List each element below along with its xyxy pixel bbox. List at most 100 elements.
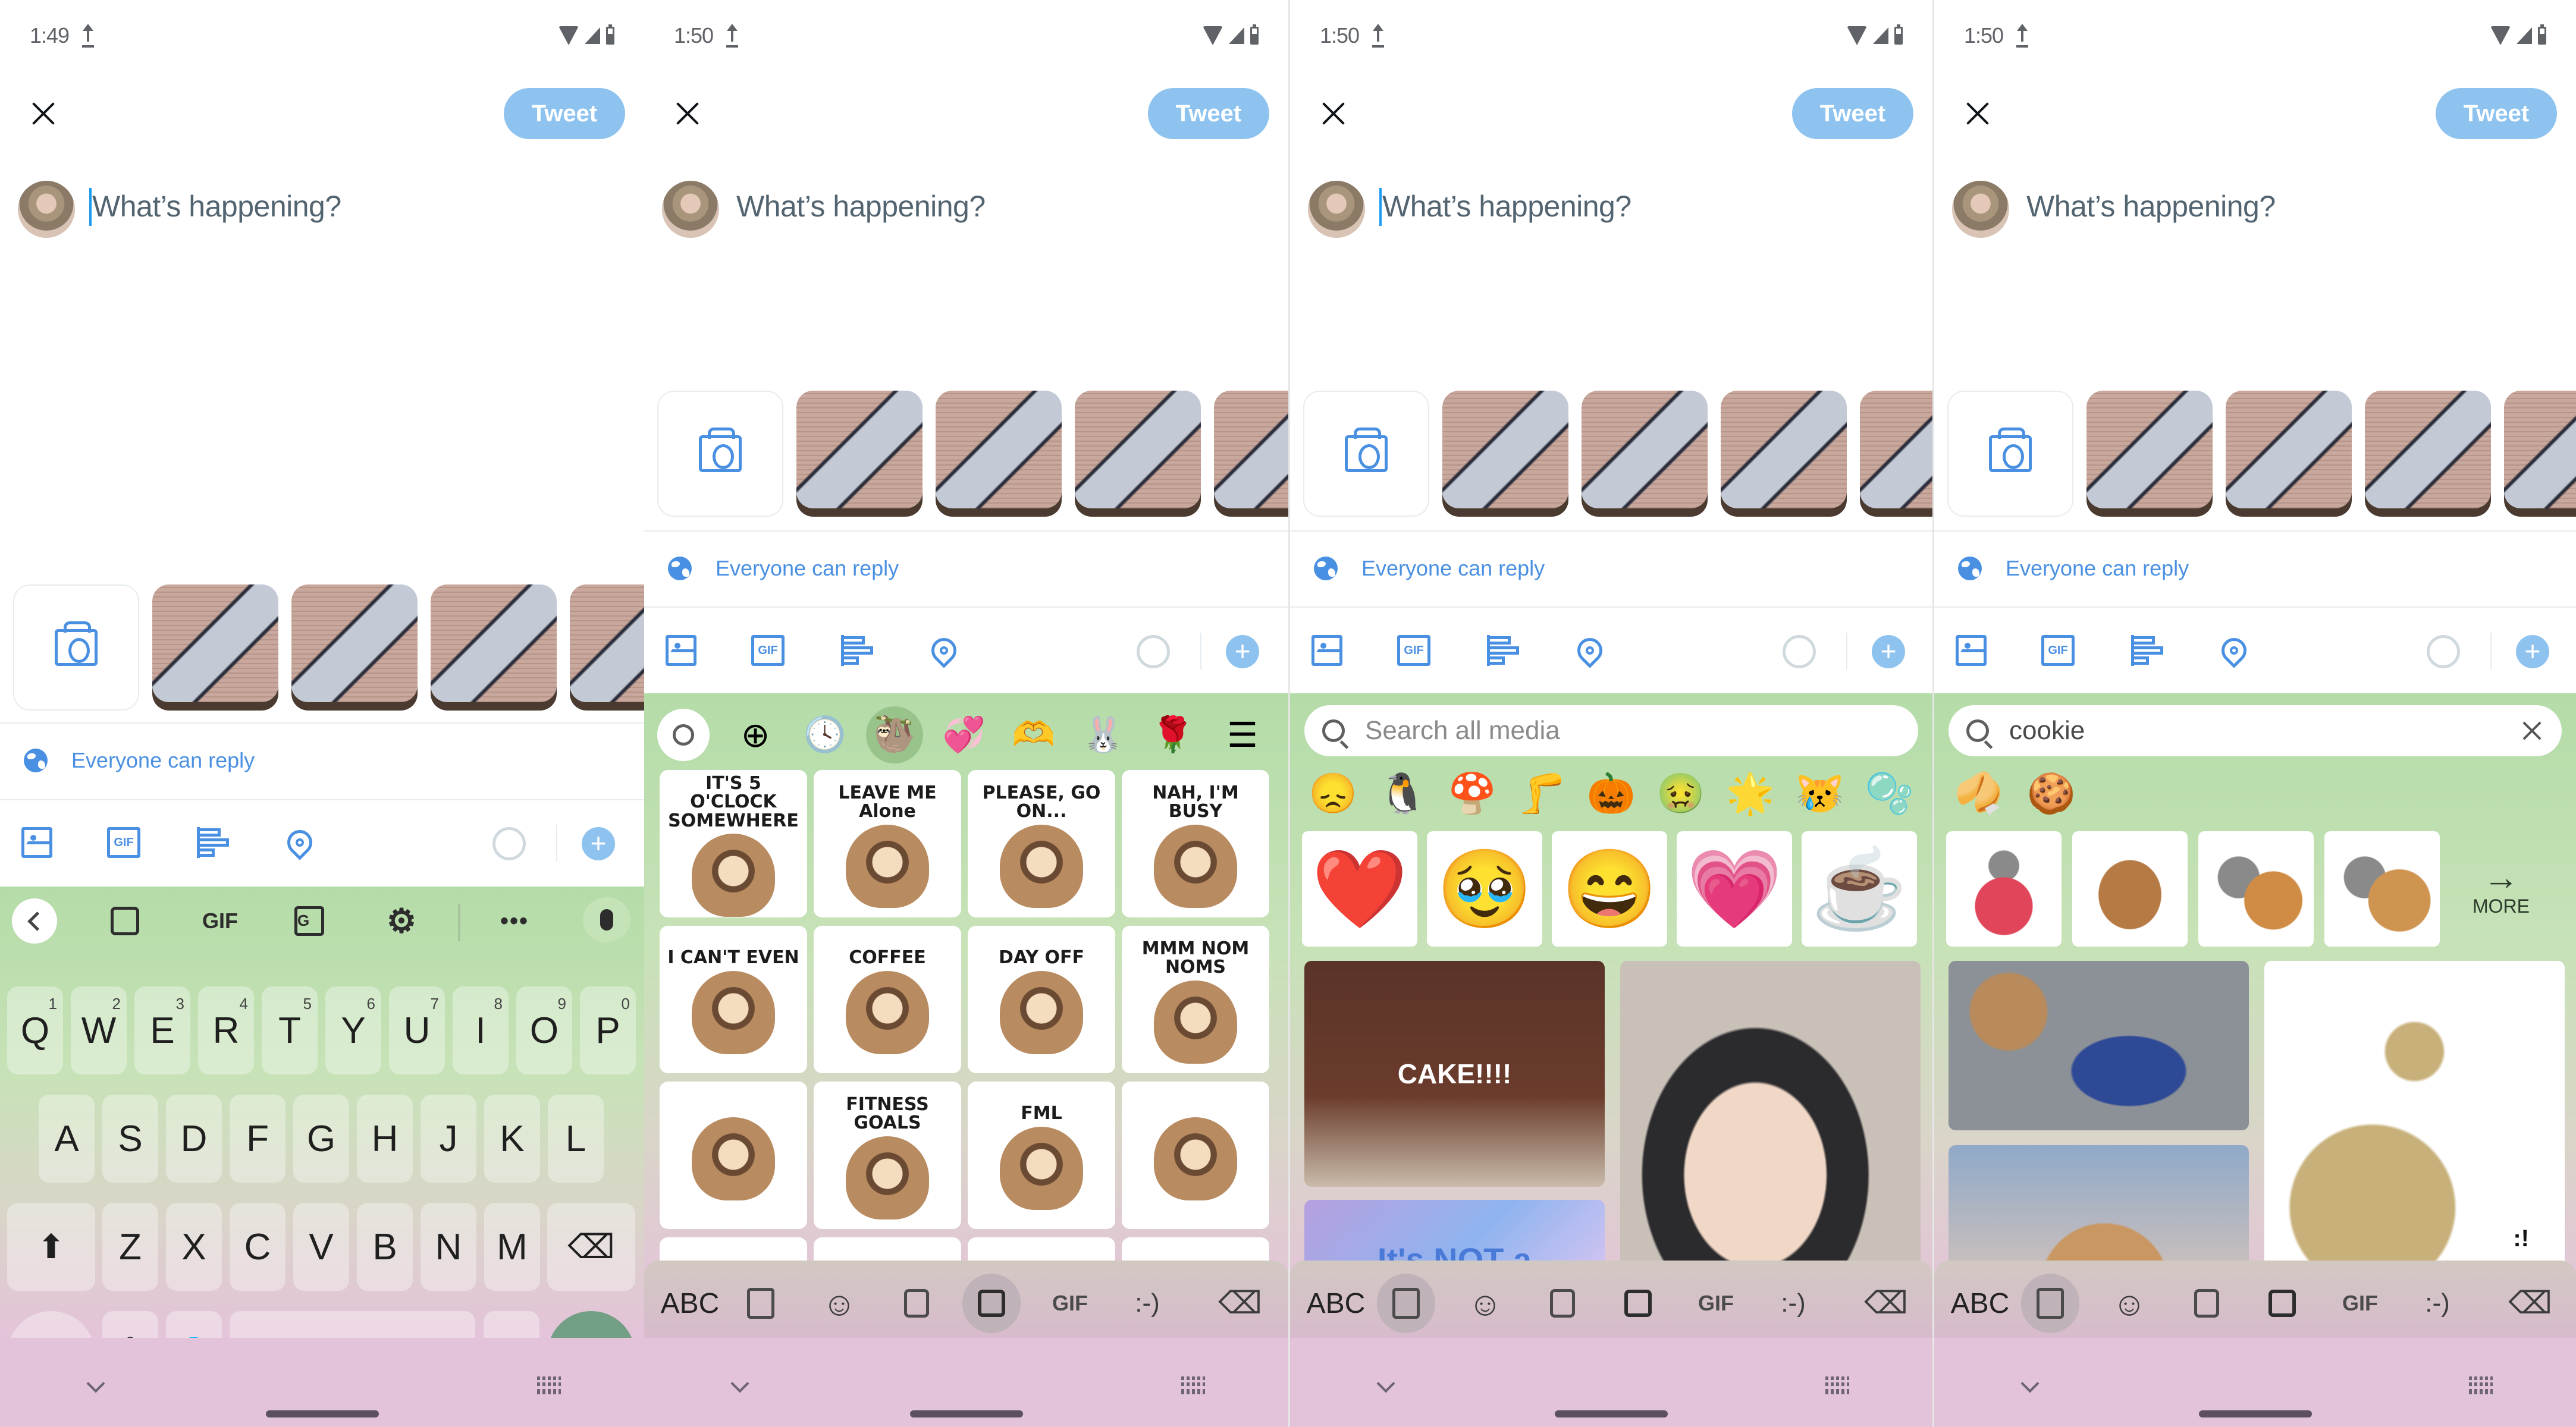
sticker-item[interactable]: FITNESS GOALS bbox=[814, 1082, 961, 1229]
sticker-item[interactable]: PLEASE, GO ON... bbox=[968, 770, 1115, 917]
image-button[interactable] bbox=[664, 634, 698, 667]
sticker-item[interactable]: MMM NOM NOMS bbox=[1122, 926, 1269, 1073]
shift-key[interactable]: ⬆ bbox=[7, 1203, 95, 1291]
key-b[interactable]: B bbox=[357, 1203, 413, 1291]
emoji-suggestion[interactable]: 😿 bbox=[1789, 771, 1851, 830]
add-sticker-pack[interactable]: ⊕ bbox=[727, 706, 784, 763]
emoji-kitchen-tab[interactable] bbox=[887, 1274, 946, 1333]
camera-button[interactable] bbox=[1947, 391, 2073, 517]
backspace-button[interactable]: ⌫ bbox=[1210, 1274, 1270, 1333]
keyboard-switch-icon[interactable] bbox=[1825, 1376, 1849, 1394]
gif-button[interactable]: GIF bbox=[751, 634, 785, 667]
emoji-kitchen-sticker[interactable]: ❤️ bbox=[1302, 831, 1417, 947]
key-s[interactable]: S bbox=[102, 1095, 158, 1183]
gallery-photo[interactable] bbox=[1721, 391, 1847, 517]
tweet-button[interactable]: Tweet bbox=[1792, 88, 1913, 139]
bitmoji-sticker[interactable] bbox=[2198, 831, 2314, 947]
search-media-tab[interactable] bbox=[2021, 1274, 2079, 1333]
add-thread-button[interactable]: + bbox=[2516, 635, 2549, 668]
key-e[interactable]: E3 bbox=[134, 986, 190, 1074]
key-g[interactable]: G bbox=[293, 1095, 349, 1183]
emoji-kitchen-tab[interactable] bbox=[1533, 1274, 1592, 1333]
key-k[interactable]: K bbox=[484, 1095, 540, 1183]
key-c[interactable]: C bbox=[230, 1203, 285, 1291]
avatar[interactable] bbox=[1308, 181, 1365, 238]
gallery-photo[interactable] bbox=[570, 584, 644, 711]
search-category[interactable] bbox=[657, 709, 710, 761]
gif-button[interactable]: GIF bbox=[1397, 634, 1430, 667]
gallery-photo[interactable] bbox=[2086, 391, 2213, 517]
media-search-field[interactable]: cookie bbox=[1949, 705, 2562, 756]
key-q[interactable]: Q1 bbox=[7, 986, 63, 1074]
key-r[interactable]: R4 bbox=[198, 986, 254, 1074]
key-a[interactable]: A bbox=[39, 1095, 95, 1183]
sticker-item[interactable]: DAY OFF bbox=[968, 926, 1115, 1073]
gif-button[interactable]: GIF bbox=[2041, 634, 2075, 667]
emoji-suggestion[interactable]: 🍪 bbox=[2019, 771, 2084, 830]
translate-button[interactable]: G bbox=[283, 898, 336, 944]
keyboard-switch-icon[interactable] bbox=[2469, 1376, 2493, 1394]
gallery-photo[interactable] bbox=[1214, 391, 1288, 517]
sticker-item[interactable]: I CAN'T EVEN bbox=[660, 926, 807, 1073]
gif-tab[interactable]: GIF bbox=[1686, 1274, 1746, 1333]
hide-keyboard-icon[interactable] bbox=[2020, 1374, 2040, 1393]
key-t[interactable]: T5 bbox=[262, 986, 318, 1074]
gallery-photo[interactable] bbox=[431, 584, 557, 711]
stickers-tab[interactable] bbox=[2252, 1274, 2312, 1333]
key-o[interactable]: O9 bbox=[516, 986, 572, 1074]
gallery-photo[interactable] bbox=[2365, 391, 2491, 517]
gallery-photo[interactable] bbox=[1442, 391, 1568, 517]
reply-setting[interactable]: Everyone can reply bbox=[668, 556, 899, 581]
gallery-photo[interactable] bbox=[796, 391, 923, 517]
key-l[interactable]: L bbox=[548, 1095, 604, 1183]
hide-keyboard-icon[interactable] bbox=[730, 1374, 749, 1393]
bitmoji-sticker[interactable] bbox=[1946, 831, 2062, 947]
compose-input[interactable]: What’s happening? bbox=[2026, 189, 2276, 224]
stickers-tab[interactable] bbox=[1608, 1274, 1668, 1333]
emoji-tab[interactable]: ☺ bbox=[1455, 1274, 1515, 1333]
avatar[interactable] bbox=[18, 181, 75, 238]
gif-result[interactable]: CAKE!!!! bbox=[1304, 961, 1605, 1187]
emoji-suggestion[interactable]: 🍄 bbox=[1441, 771, 1504, 830]
add-thread-button[interactable]: + bbox=[582, 827, 615, 860]
close-icon[interactable] bbox=[29, 99, 58, 128]
location-button[interactable] bbox=[282, 825, 318, 860]
sticker-item[interactable] bbox=[1122, 1082, 1269, 1229]
gif-toolbar-button[interactable]: GIF bbox=[190, 898, 250, 944]
keyboard-switch-icon[interactable] bbox=[1181, 1376, 1205, 1394]
emoticon-tab[interactable]: :-) bbox=[1118, 1274, 1177, 1333]
poll-button[interactable] bbox=[196, 826, 230, 859]
tweet-button[interactable]: Tweet bbox=[1148, 88, 1269, 139]
abc-tab[interactable]: ABC bbox=[651, 1274, 729, 1333]
bunny-cat-pack[interactable]: 🐰 bbox=[1075, 706, 1132, 763]
sticker-item[interactable]: FML bbox=[968, 1082, 1115, 1229]
emoji-kitchen-sticker[interactable]: 🥹 bbox=[1427, 831, 1542, 947]
sloth-sticker-pack[interactable]: 🦥 bbox=[866, 706, 923, 763]
home-gesture-bar[interactable] bbox=[265, 1410, 379, 1417]
add-thread-button[interactable]: + bbox=[1226, 635, 1259, 668]
gallery-photo[interactable] bbox=[291, 584, 418, 711]
emoji-suggestion[interactable]: 🐧 bbox=[1372, 771, 1434, 830]
gif-tab[interactable]: GIF bbox=[1040, 1274, 1100, 1333]
emoji-kitchen-sticker[interactable]: ☕ bbox=[1802, 831, 1917, 947]
location-button[interactable] bbox=[1572, 633, 1608, 668]
settings-button[interactable]: ⚙ bbox=[375, 898, 428, 944]
key-j[interactable]: J bbox=[421, 1095, 476, 1183]
recent-stickers[interactable]: 🕓 bbox=[796, 706, 854, 763]
backspace-button[interactable]: ⌫ bbox=[1856, 1274, 1916, 1333]
add-thread-button[interactable]: + bbox=[1872, 635, 1905, 668]
gif-button[interactable]: GIF bbox=[107, 826, 140, 859]
emoji-suggestion[interactable]: 🌟 bbox=[1719, 771, 1781, 830]
emoji-suggestion[interactable]: 🎃 bbox=[1580, 771, 1643, 830]
bitmoji-sticker[interactable] bbox=[2324, 831, 2440, 947]
poll-button[interactable] bbox=[2131, 634, 2164, 667]
emoji-kitchen-sticker[interactable]: 😄 bbox=[1552, 831, 1667, 947]
gallery-photo[interactable] bbox=[1860, 391, 1932, 517]
close-icon[interactable] bbox=[673, 99, 702, 128]
clear-search-icon[interactable] bbox=[2520, 719, 2544, 743]
sticker-item[interactable]: NAH, I'M BUSY bbox=[1122, 770, 1269, 917]
flower-pack[interactable]: 🌹 bbox=[1144, 706, 1201, 763]
backspace-button[interactable]: ⌫ bbox=[2500, 1274, 2560, 1333]
tweet-button[interactable]: Tweet bbox=[2436, 88, 2557, 139]
keyboard-back-button[interactable] bbox=[12, 898, 57, 944]
